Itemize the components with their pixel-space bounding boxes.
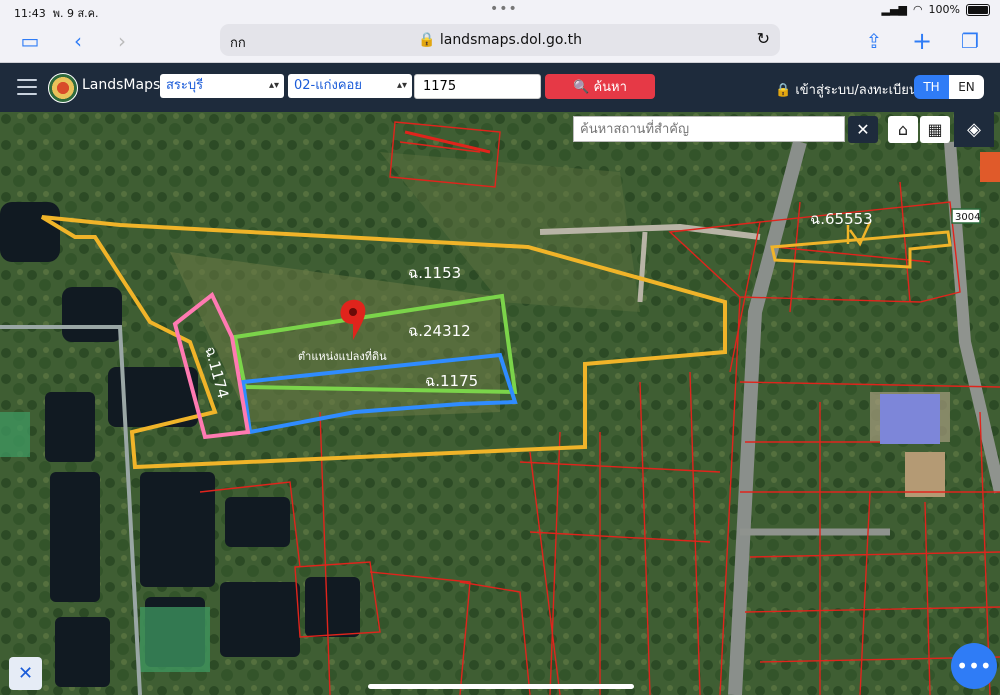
share-icon[interactable]: ⇪ bbox=[860, 27, 888, 55]
app-header: LandsMaps สระบุรี▴▾ 02-แก่งคอย▴▾ 🔍 ค้นหา… bbox=[0, 63, 1000, 112]
chevron-updown-icon: ▴▾ bbox=[268, 80, 279, 91]
status-bar: 11:43 พ. 9 ส.ค. ••• ▂▄▆ ◠ 100% bbox=[0, 0, 1000, 20]
home-indicator bbox=[368, 684, 634, 689]
url-text: 🔒 landsmaps.dol.go.th bbox=[417, 32, 583, 48]
brand-name: LandsMaps bbox=[82, 77, 161, 93]
grid-icon[interactable]: ▦ bbox=[920, 116, 950, 143]
parcel-label: ฉ.1153 bbox=[408, 264, 461, 282]
status-indicators: ▂▄▆ ◠ 100% bbox=[882, 3, 990, 16]
building bbox=[880, 394, 940, 444]
tabs-icon[interactable]: ❐ bbox=[956, 27, 984, 55]
hamburger-icon[interactable] bbox=[17, 79, 37, 95]
marker-caption: ตำแหน่งแปลงที่ดิน bbox=[298, 348, 387, 363]
parcel-label: ฉ.24312 bbox=[408, 322, 471, 340]
poi-search-input[interactable] bbox=[573, 116, 845, 142]
wifi-icon: ◠ bbox=[912, 3, 923, 16]
dol-logo bbox=[48, 73, 78, 103]
browser-toolbar: ▭ ‹ › กก 🔒 landsmaps.dol.go.th ↻ ⇪ + ❐ bbox=[0, 20, 1000, 63]
search-button[interactable]: 🔍 ค้นหา bbox=[545, 74, 655, 99]
district-select[interactable]: 02-แก่งคอย ▴▾ bbox=[288, 74, 412, 98]
satellite-map[interactable]: ฉ.1153 ฉ.24312 ฉ.1175 ฉ.1174 ฉ.65553 ตำแ… bbox=[0, 112, 1000, 695]
multitask-dots[interactable]: ••• bbox=[490, 1, 518, 17]
chevron-updown-icon: ▴▾ bbox=[396, 80, 407, 91]
battery-percent: 100% bbox=[928, 3, 960, 16]
parcel-number-input[interactable] bbox=[414, 74, 541, 99]
home-icon[interactable]: ⌂ bbox=[888, 116, 918, 143]
road-number: 3004 bbox=[955, 212, 980, 223]
forward-icon[interactable]: › bbox=[108, 27, 136, 55]
lock-icon: 🔒 bbox=[775, 83, 792, 98]
new-tab-icon[interactable]: + bbox=[908, 27, 936, 55]
lang-en-button[interactable]: EN bbox=[949, 75, 984, 99]
building bbox=[905, 452, 945, 497]
close-icon[interactable]: ✕ bbox=[848, 116, 878, 143]
more-icon[interactable]: ••• bbox=[951, 643, 997, 689]
language-toggle: TH EN bbox=[914, 75, 984, 99]
reload-icon[interactable]: ↻ bbox=[757, 29, 770, 48]
address-bar[interactable]: กก 🔒 landsmaps.dol.go.th ↻ bbox=[220, 24, 780, 56]
tools-icon[interactable]: ✕ bbox=[9, 657, 42, 690]
parcel-label: ฉ.1175 bbox=[425, 372, 478, 390]
sidebar-icon[interactable]: ▭ bbox=[16, 27, 44, 55]
lang-th-button[interactable]: TH bbox=[914, 75, 949, 99]
battery-icon bbox=[966, 3, 990, 16]
back-icon[interactable]: ‹ bbox=[64, 27, 92, 55]
province-select[interactable]: สระบุรี ▴▾ bbox=[160, 74, 284, 98]
layers-icon[interactable]: ◈ bbox=[954, 112, 994, 147]
parcel-label: ฉ.65553 bbox=[810, 210, 873, 228]
roof bbox=[980, 152, 1000, 182]
signal-icon: ▂▄▆ bbox=[881, 3, 907, 16]
login-link[interactable]: 🔒 เข้าสู่ระบบ/ลงทะเบียน bbox=[775, 79, 918, 100]
